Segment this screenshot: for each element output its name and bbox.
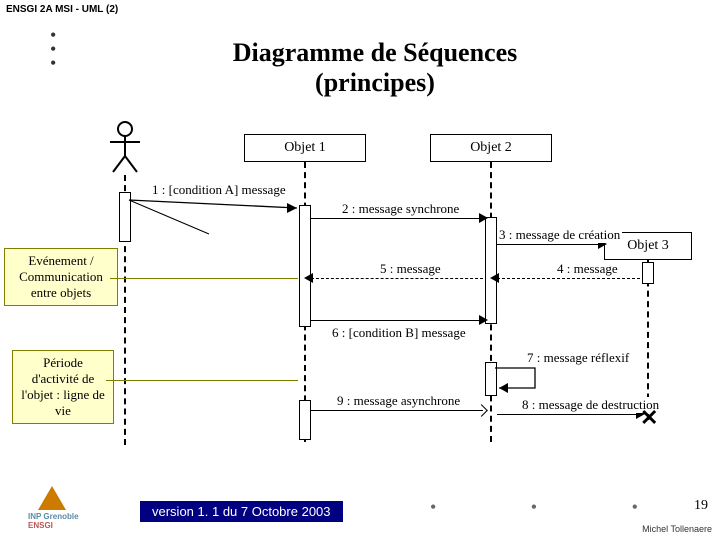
footer-dots: • • •	[430, 497, 683, 518]
sequence-diagram: Objet 1 Objet 2 Objet 3 1 : [condition A…	[0, 120, 720, 460]
message-9-label: 9 : message asynchrone	[335, 393, 462, 409]
logo-triangle-icon	[38, 486, 66, 510]
message-4-label: 4 : message	[555, 261, 620, 277]
message-2-label: 2 : message synchrone	[340, 201, 461, 217]
logo: INP Grenoble ENSGI	[28, 486, 79, 530]
page-number: 19	[694, 498, 708, 514]
decorative-bullets: •••	[50, 28, 56, 70]
destruction-x-icon: ✕	[640, 405, 658, 431]
object-1-header: Objet 1	[244, 134, 366, 162]
slide-title: Diagramme de Séquences (principes)	[170, 38, 580, 98]
footer-version: version 1. 1 du 7 Octobre 2003	[140, 501, 343, 522]
message-6-label: 6 : [condition B] message	[330, 325, 468, 341]
message-7-arrow	[495, 364, 545, 394]
message-5-arrow	[311, 278, 483, 279]
message-6-arrowhead	[479, 315, 488, 325]
message-1-label: 1 : [condition A] message	[150, 182, 288, 198]
logo-text-2: ENSGI	[28, 521, 79, 530]
message-3-label: 3 : message de création	[497, 227, 622, 243]
message-4-arrow	[497, 278, 640, 279]
message-8-arrow	[497, 414, 640, 415]
message-5-label: 5 : message	[378, 261, 443, 277]
message-9-arrowhead	[475, 404, 488, 417]
message-5-arrowhead	[304, 273, 313, 283]
note-event-connector	[110, 278, 298, 279]
object-2-activation-1	[485, 217, 497, 324]
object-3-lifeline	[647, 260, 649, 420]
message-2-arrowhead	[479, 213, 488, 223]
object-1-activation-1	[299, 205, 311, 327]
object-2-header: Objet 2	[430, 134, 552, 162]
actor-icon	[105, 120, 145, 175]
message-6-arrow	[311, 320, 483, 321]
note-period: Période d'activité de l'objet : ligne de…	[12, 350, 114, 424]
object-1-activation-2	[299, 400, 311, 440]
course-tag: ENSGI 2A MSI - UML (2)	[6, 4, 118, 15]
logo-text-1: INP Grenoble	[28, 512, 79, 521]
footer-author: Michel Tollenaere	[642, 524, 712, 534]
message-9-arrow	[311, 410, 483, 411]
note-event: Evénement / Communication entre objets	[4, 248, 118, 306]
message-4-arrowhead	[490, 273, 499, 283]
message-1-alt-arrow	[129, 200, 299, 240]
message-2-arrow	[311, 218, 483, 219]
message-7-label: 7 : message réflexif	[525, 350, 631, 366]
note-period-connector	[106, 380, 298, 381]
message-3-arrow	[497, 244, 602, 245]
object-3-activation	[642, 262, 654, 284]
